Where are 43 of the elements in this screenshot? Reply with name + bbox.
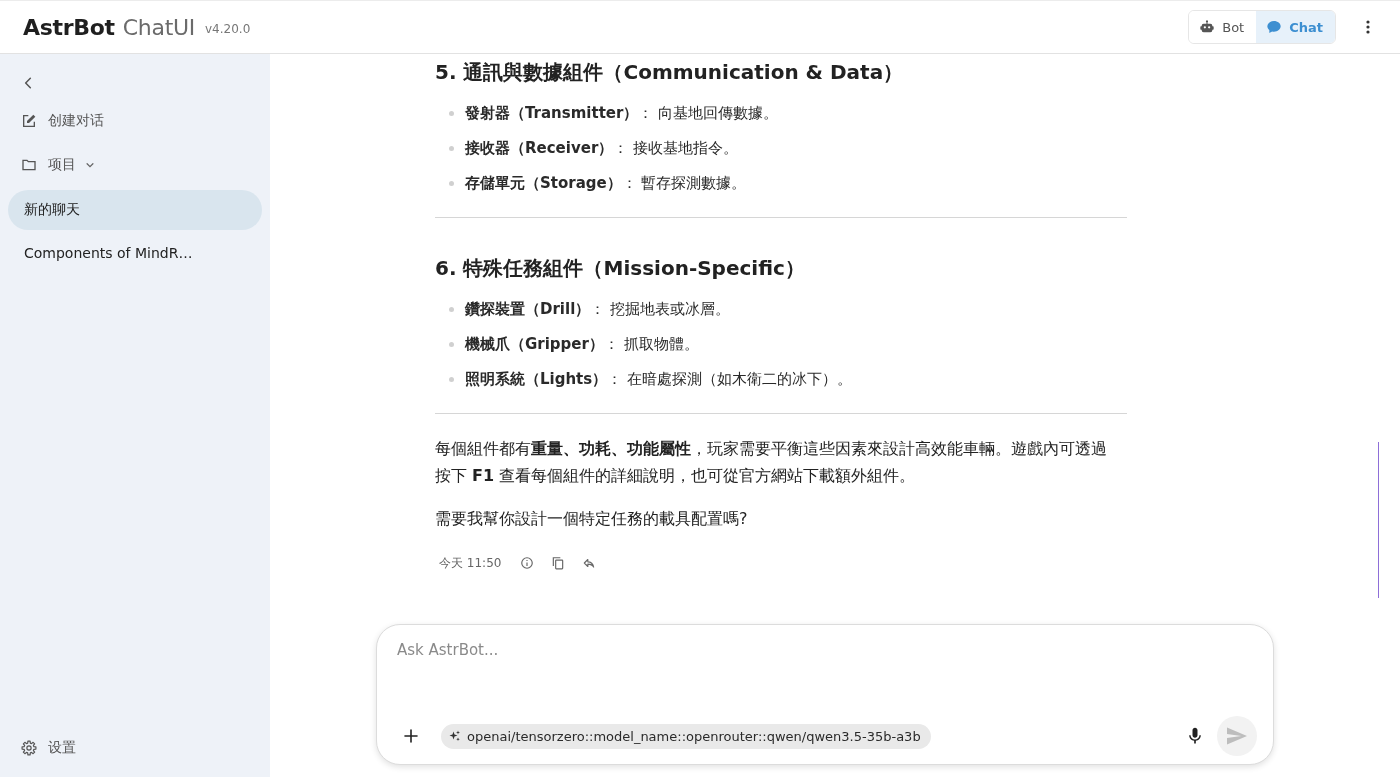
paragraph: 需要我幫你設計一個特定任務的載具配置嗎?: [435, 508, 749, 530]
list-item-text: 照明系統（Lights）： 在暗處探測（如木衛二的冰下）。: [465, 370, 852, 389]
list-item-text: 鑽探裝置（Drill）： 挖掘地表或冰層。: [465, 300, 731, 319]
list-item-text: 存儲單元（Storage）： 暫存探測數據。: [465, 174, 747, 193]
folder-icon: [21, 157, 37, 173]
sidebar-item[interactable]: 项目: [8, 143, 262, 187]
list-item-text: 機械爪（Gripper）： 抓取物體。: [465, 335, 699, 354]
send-icon: [1227, 727, 1247, 745]
copy-icon: [551, 556, 566, 570]
robot-icon: [1199, 19, 1216, 35]
settings-item[interactable]: 设置: [8, 726, 262, 770]
more-vertical-icon: [1366, 20, 1370, 34]
bullet-icon: [449, 111, 454, 116]
send-button[interactable]: [1217, 716, 1257, 756]
version-label: v4.20.0: [205, 21, 251, 36]
bullet-icon: [449, 146, 454, 151]
message-time: 今天 11:50: [439, 554, 502, 572]
paragraph: 每個組件都有重量、功耗、功能屬性，玩家需要平衡這些因素來設計高效能車輛。遊戲內可透過按下 F1 查看每個組件的詳細說明，也可從官方網站下載額外組件。: [435, 438, 1108, 487]
message-input[interactable]: Ask AstrBot...: [395, 639, 1257, 716]
section-heading: 5. 通訊與數據組件（Communication & Data）: [435, 59, 905, 86]
message-composer[interactable]: Ask AstrBot... openai/tensorzero::model_name::openrouter::qwen/qwen3.5-35b-a3b: [376, 624, 1274, 765]
model-selector[interactable]: openai/tensorzero::model_name::openrouter::qwen/qwen3.5-35b-a3b: [441, 723, 931, 749]
list-item-text: 發射器（Transmitter）： 向基地回傳數據。: [465, 104, 779, 123]
info-icon: [520, 556, 535, 570]
section-heading: 6. 特殊任務組件（Mission-Specific）: [435, 255, 806, 282]
sidebar-item[interactable]: 创建对话: [8, 99, 262, 143]
edit-icon: [21, 113, 37, 129]
chevron-down-icon: [85, 160, 95, 170]
bullet-icon: [449, 342, 454, 347]
conversation-item[interactable]: Components of MindR…: [8, 233, 262, 273]
bullet-icon: [449, 307, 454, 312]
conversation-item[interactable]: 新的聊天: [8, 190, 262, 230]
bullet-icon: [449, 181, 454, 186]
list-item-text: 接收器（Receiver）： 接收基地指令。: [465, 139, 739, 158]
product-name: ChatUI: [122, 14, 195, 40]
brand-name: AstrBot: [23, 14, 115, 40]
reply-arrow-icon: [582, 556, 597, 570]
bullet-icon: [449, 377, 454, 382]
settings-icon: [21, 740, 37, 756]
sparkle-icon: [449, 730, 461, 742]
chat-bubble-icon: [1266, 19, 1283, 35]
plus-icon: [403, 728, 419, 744]
scrollbar-thumb[interactable]: [1378, 442, 1379, 598]
